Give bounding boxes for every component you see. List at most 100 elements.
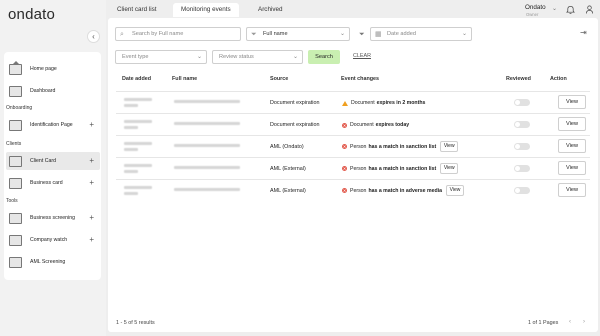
view-button[interactable]: View	[558, 95, 586, 109]
sidebar-item-label: Company watch	[30, 237, 68, 243]
business-screening-icon	[9, 212, 22, 224]
chevron-down-icon: ⌄	[196, 54, 202, 60]
redacted-time	[124, 170, 138, 173]
inline-view-button[interactable]: View	[440, 141, 459, 152]
export-icon[interactable]: ⇥	[580, 28, 590, 38]
previous-page-icon[interactable]: ‹	[569, 319, 571, 325]
redacted-date	[124, 120, 152, 123]
plus-icon[interactable]: +	[89, 213, 94, 222]
source-cell: AML (External)	[270, 166, 306, 172]
section-onboarding: Onboarding	[6, 105, 33, 111]
plus-icon[interactable]: +	[89, 156, 94, 165]
date-added-field[interactable]: ▦ Date added ⌄	[370, 27, 472, 41]
event-type-select[interactable]: Event type ⌄	[115, 50, 207, 64]
sidebar-item-client-card[interactable]: Client Card +	[6, 152, 100, 170]
column-header[interactable]: Date added	[122, 76, 151, 82]
page-count: 1 of 1 Pages	[528, 320, 559, 326]
section-tools: Tools	[6, 198, 18, 204]
filter-icon[interactable]: ⏷	[359, 31, 365, 39]
inline-view-button[interactable]: View	[445, 185, 464, 196]
sidebar-panel: Home page Dashboard Onboarding Identific…	[4, 52, 101, 280]
event-change: ✕ Person has a match in sanction list Vi…	[342, 163, 459, 174]
sidebar-item-label: Client Card	[30, 158, 56, 164]
chevron-down-icon: ⌄	[292, 54, 298, 60]
source-cell: Document expiration	[270, 100, 320, 106]
reviewed-toggle[interactable]	[514, 99, 530, 106]
tab-archived[interactable]: Archived	[250, 3, 291, 17]
search-input[interactable]: ⌕ Search by Full name	[115, 27, 241, 41]
tab-client-card-list[interactable]: Client card list	[109, 3, 165, 17]
table-row: Document expiration Document expires in …	[116, 91, 590, 113]
redacted-date	[124, 98, 152, 101]
error-icon: ✕	[342, 144, 347, 149]
warning-icon	[342, 100, 348, 106]
plus-icon[interactable]: +	[89, 178, 94, 187]
error-icon: ✕	[342, 188, 347, 193]
reviewed-toggle[interactable]	[514, 165, 530, 172]
bell-icon[interactable]	[566, 5, 575, 14]
plus-icon[interactable]: +	[89, 120, 94, 129]
event-change-text: has a match in sanction list	[368, 143, 437, 150]
plus-icon[interactable]: +	[89, 235, 94, 244]
event-change-text: has a match in adverse media	[368, 187, 442, 194]
sidebar-item-dashboard[interactable]: Dashboard	[6, 82, 100, 100]
chevron-left-icon: ‹	[92, 32, 95, 41]
view-button[interactable]: View	[558, 183, 586, 197]
app-window: ondato ‹ Home page Dashboard Onboarding …	[0, 0, 600, 336]
reviewed-toggle[interactable]	[514, 187, 530, 194]
column-header[interactable]: Full name	[172, 76, 197, 82]
event-subject: Person	[350, 143, 367, 150]
event-type-placeholder: Event type	[122, 54, 149, 60]
user-name[interactable]: Ondato	[525, 4, 546, 11]
tab-monitoring-events[interactable]: Monitoring events	[173, 3, 239, 17]
reviewed-toggle[interactable]	[514, 143, 530, 150]
column-header[interactable]: Action	[550, 76, 567, 82]
event-change-text: has a match in sanction list	[368, 165, 437, 172]
chevron-down-icon: ⌄	[339, 31, 345, 37]
next-page-icon[interactable]: ›	[583, 319, 585, 325]
clear-button[interactable]: CLEAR	[353, 53, 371, 59]
sidebar-item-identification[interactable]: Identification Page +	[6, 116, 100, 134]
column-header[interactable]: Event changes	[341, 76, 379, 82]
review-status-select[interactable]: Review status ⌄	[212, 50, 303, 64]
sidebar-item-business-screening[interactable]: Business screening +	[6, 209, 100, 227]
redacted-name	[174, 188, 240, 191]
redacted-name	[174, 166, 240, 169]
collapse-sidebar-button[interactable]: ‹	[87, 30, 100, 43]
aml-screening-icon	[9, 256, 22, 268]
business-card-icon	[9, 177, 22, 189]
sidebar-item-aml-screening[interactable]: AML Screening	[6, 253, 100, 271]
reviewed-toggle[interactable]	[514, 121, 530, 128]
date-placeholder: Date added	[387, 31, 416, 37]
inline-view-button[interactable]: View	[440, 163, 459, 174]
user-icon[interactable]	[585, 5, 594, 14]
redacted-date	[124, 142, 152, 145]
search-button[interactable]: Search	[308, 50, 340, 64]
results-count: 1 - 5 of 5 results	[116, 320, 155, 326]
sidebar-item-company-watch[interactable]: Company watch +	[6, 231, 100, 249]
column-header[interactable]: Source	[270, 76, 288, 82]
view-button[interactable]: View	[558, 161, 586, 175]
id-card-icon	[9, 119, 22, 131]
redacted-name	[174, 122, 240, 125]
redacted-name	[174, 144, 240, 147]
view-button[interactable]: View	[558, 117, 586, 131]
sidebar-item-home[interactable]: Home page	[6, 60, 100, 78]
search-placeholder: Search by Full name	[132, 31, 184, 37]
user-role: Owner	[526, 12, 539, 17]
error-icon: ✕	[342, 122, 347, 128]
event-subject: Person	[350, 165, 367, 172]
event-change: ✕ Person has a match in adverse media Vi…	[342, 185, 464, 196]
name-select[interactable]: ⏷ Full name ⌄	[246, 27, 350, 41]
column-header[interactable]: Reviewed	[506, 76, 531, 82]
name-select-value: Full name	[263, 31, 288, 37]
ondato-logo[interactable]: ondato	[8, 6, 55, 23]
top-bar: Client card list Monitoring events Archi…	[106, 0, 600, 18]
sidebar-item-label: Home page	[30, 66, 57, 72]
view-button[interactable]: View	[558, 139, 586, 153]
sidebar-item-business-card[interactable]: Business card +	[6, 174, 100, 192]
section-clients: Clients	[6, 141, 22, 147]
chevron-down-icon[interactable]: ⌄	[552, 5, 557, 12]
event-subject: Document	[351, 100, 375, 106]
redacted-date	[124, 186, 152, 189]
